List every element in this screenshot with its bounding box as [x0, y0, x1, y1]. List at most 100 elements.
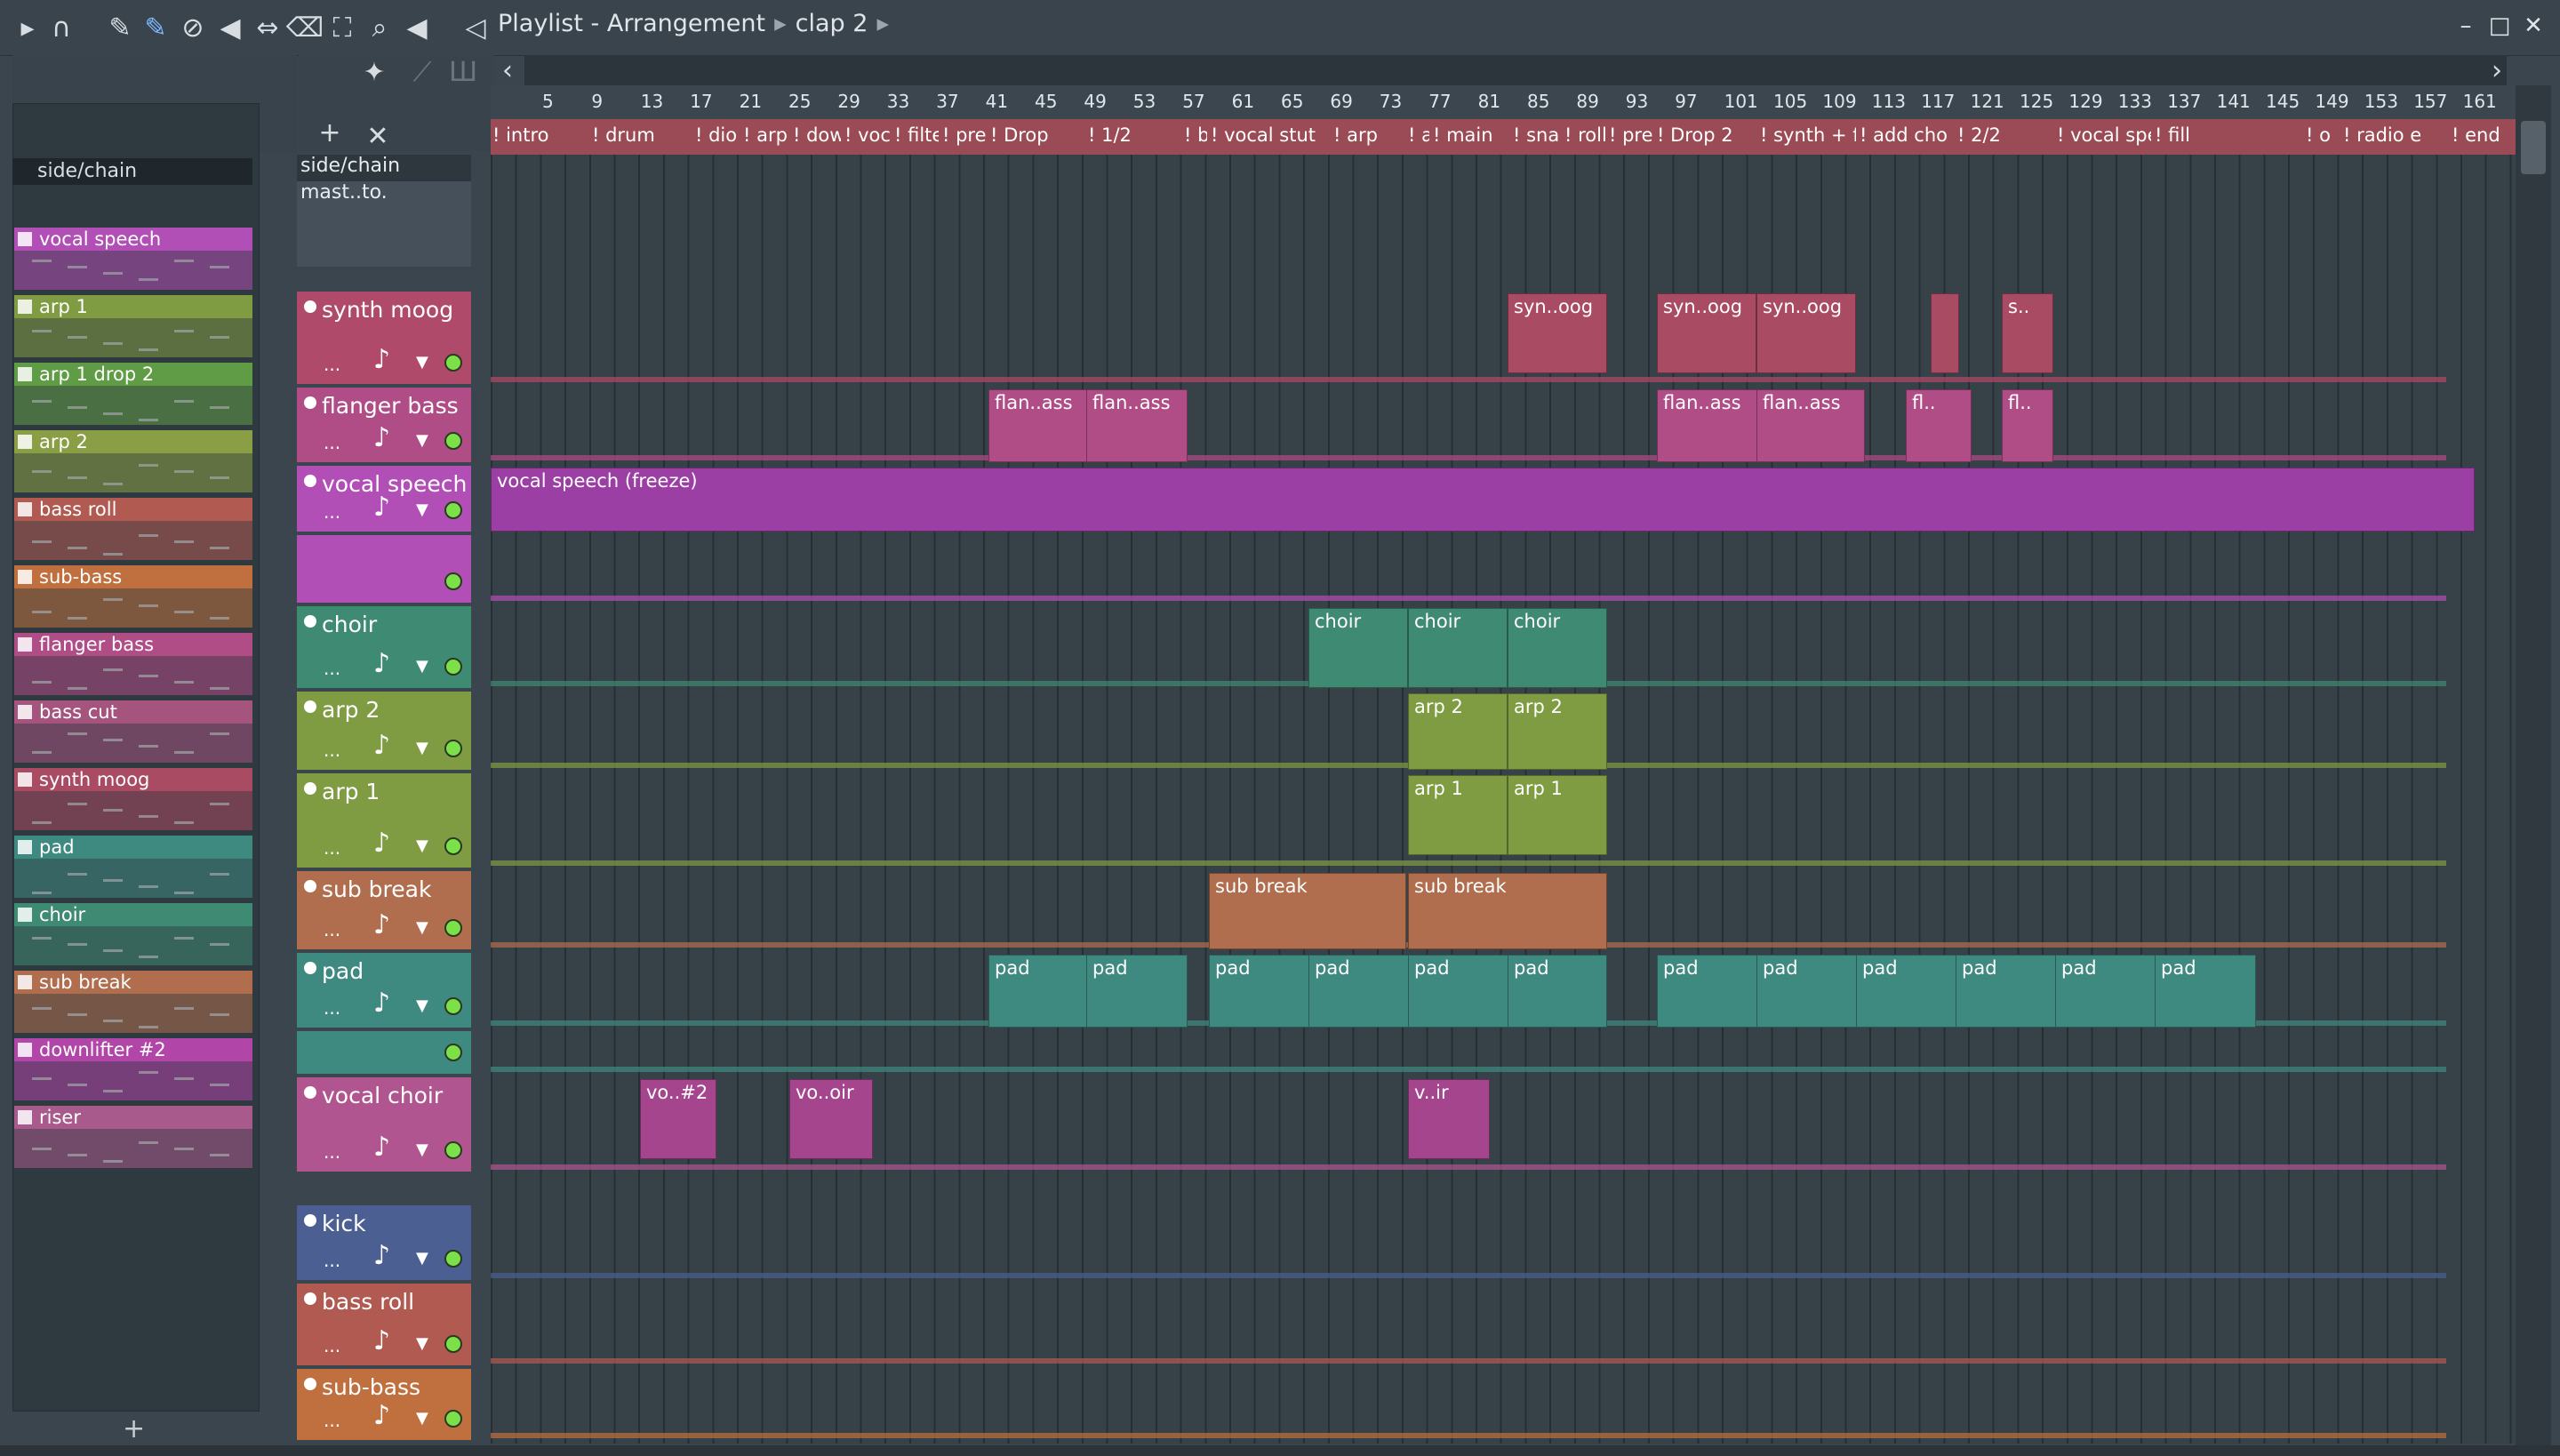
clip[interactable]: [1931, 293, 1959, 373]
clip[interactable]: arp 2: [1408, 693, 1508, 770]
track-enable-icon[interactable]: [304, 300, 316, 313]
marker-label[interactable]: ! 1/2: [1088, 124, 1132, 146]
picker-toggle-icon[interactable]: Ш: [446, 55, 480, 89]
clip[interactable]: flan..ass: [1086, 389, 1188, 462]
track-enable-icon[interactable]: [304, 1214, 316, 1227]
scroll-right-icon[interactable]: ›: [2480, 53, 2514, 87]
marker-label[interactable]: ! end: [2452, 124, 2500, 146]
track-menu-icon[interactable]: ▼: [416, 431, 428, 450]
magnet-icon[interactable]: ∩: [44, 11, 78, 44]
marker-label[interactable]: ! arp: [743, 124, 788, 146]
track-options-icon[interactable]: ...: [324, 432, 340, 453]
marker-label[interactable]: ! o: [2306, 124, 2331, 146]
pattern-item[interactable]: sub break: [14, 971, 252, 1033]
track-led-icon[interactable]: [444, 1044, 462, 1061]
marker-label[interactable]: ! vocal spe: [2057, 124, 2151, 146]
clip[interactable]: choir: [1508, 608, 1607, 688]
marker-label[interactable]: ! main: [1433, 124, 1493, 146]
track-enable-icon[interactable]: [304, 396, 316, 409]
add-track-icon[interactable]: +: [313, 116, 347, 149]
clip[interactable]: s..: [2002, 293, 2053, 373]
marker-label[interactable]: ! intro: [492, 124, 549, 146]
marker-label[interactable]: ! synth + fi: [1760, 124, 1856, 146]
clip[interactable]: arp 1: [1408, 775, 1508, 855]
marker-label[interactable]: ! Drop: [990, 124, 1049, 146]
slip-icon[interactable]: ⇔: [251, 11, 284, 44]
track-header[interactable]: arp 2... ♪ ▼: [297, 692, 471, 770]
pattern-item[interactable]: vocal speech: [14, 228, 252, 290]
track-options-icon[interactable]: ...: [324, 501, 340, 523]
clip[interactable]: sub break: [1209, 873, 1406, 949]
track-menu-icon[interactable]: ▼: [416, 1334, 428, 1353]
track-enable-icon[interactable]: [304, 700, 316, 713]
vertical-scrollbar[interactable]: [2516, 85, 2551, 1445]
pattern-item[interactable]: arp 2: [14, 430, 252, 492]
pattern-item[interactable]: synth moog: [14, 768, 252, 830]
track-menu-icon[interactable]: ▼: [416, 996, 428, 1015]
pattern-item[interactable]: choir: [14, 903, 252, 965]
marker-label[interactable]: ! b: [1184, 124, 1207, 146]
marker-label[interactable]: ! arp: [1333, 124, 1378, 146]
track-header[interactable]: sub break... ♪ ▼: [297, 871, 471, 949]
track-menu-icon[interactable]: ▼: [416, 836, 428, 855]
track-header[interactable]: vocal speech... ♪ ▼: [297, 466, 471, 532]
marker-label[interactable]: ! dow: [793, 124, 841, 146]
clip[interactable]: syn..oog: [1756, 293, 1856, 373]
track-menu-icon[interactable]: ▼: [416, 1140, 428, 1159]
clip[interactable]: choir: [1408, 608, 1508, 688]
marker-label[interactable]: ! vocal stut: [1211, 124, 1316, 146]
clip[interactable]: fl..: [1906, 389, 1972, 462]
track-menu-icon[interactable]: ▼: [416, 353, 428, 372]
marker-label[interactable]: ! drum: [592, 124, 655, 146]
clip[interactable]: pad: [1308, 955, 1410, 1028]
play-icon[interactable]: ▸: [11, 11, 44, 44]
marker-label[interactable]: ! a: [1408, 124, 1429, 146]
clip[interactable]: choir: [1308, 608, 1408, 688]
pattern-item[interactable]: flanger bass: [14, 633, 252, 695]
delete-icon[interactable]: ⊘: [176, 11, 210, 44]
marker-label[interactable]: ! dio: [695, 124, 737, 146]
clip[interactable]: syn..oog: [1657, 293, 1756, 373]
marker-bar[interactable]: ! intro! drum! dio! arp! dow! voca! filt…: [491, 119, 2516, 155]
marker-label[interactable]: ! filte: [894, 124, 939, 146]
track-header[interactable]: [297, 1031, 471, 1074]
minimize-button[interactable]: –: [2450, 12, 2482, 43]
track-menu-icon[interactable]: ▼: [416, 1409, 428, 1428]
track-enable-icon[interactable]: [304, 475, 316, 487]
pencil-icon[interactable]: ✎: [103, 11, 137, 44]
clip[interactable]: syn..oog: [1508, 293, 1607, 373]
track-led-icon[interactable]: [444, 1141, 462, 1159]
track-header[interactable]: synth moog... ♪ ▼: [297, 292, 471, 384]
track-options-icon[interactable]: ...: [324, 658, 340, 679]
track-enable-icon[interactable]: [304, 962, 316, 974]
clip[interactable]: flan..ass: [988, 389, 1088, 462]
pattern-item[interactable]: bass roll: [14, 498, 252, 560]
track-led-icon[interactable]: [444, 919, 462, 937]
marker-label[interactable]: ! roll: [1564, 124, 1605, 146]
pattern-item[interactable]: riser: [14, 1106, 252, 1168]
track-header[interactable]: bass roll... ♪ ▼: [297, 1284, 471, 1365]
track-led-icon[interactable]: [444, 1410, 462, 1428]
add-pattern-button[interactable]: +: [123, 1413, 145, 1444]
pattern-item[interactable]: arp 1 drop 2: [14, 363, 252, 425]
pattern-item[interactable]: pad: [14, 836, 252, 898]
clip[interactable]: pad: [1508, 955, 1607, 1028]
marker-label[interactable]: ! add cho: [1860, 124, 1948, 146]
track-led-icon[interactable]: [444, 432, 462, 450]
track-enable-icon[interactable]: [304, 782, 316, 795]
track-menu-icon[interactable]: ▼: [416, 500, 428, 519]
cut-icon[interactable]: ✕: [361, 119, 395, 153]
marker-label[interactable]: ! voca: [844, 124, 891, 146]
track-menu-icon[interactable]: ▼: [416, 918, 428, 937]
track-enable-icon[interactable]: [304, 1292, 316, 1305]
track-menu-icon[interactable]: ▼: [416, 739, 428, 757]
clip[interactable]: pad: [1756, 955, 1858, 1028]
clip[interactable]: sub break: [1408, 873, 1607, 949]
clip[interactable]: pad: [1086, 955, 1188, 1028]
clip[interactable]: flan..ass: [1657, 389, 1758, 462]
marker-label[interactable]: ! 2/2: [1957, 124, 2001, 146]
track-enable-icon[interactable]: [304, 615, 316, 628]
close-button[interactable]: ✕: [2517, 12, 2549, 43]
marker-label[interactable]: ! fill: [2155, 124, 2190, 146]
clip[interactable]: pad: [988, 955, 1088, 1028]
